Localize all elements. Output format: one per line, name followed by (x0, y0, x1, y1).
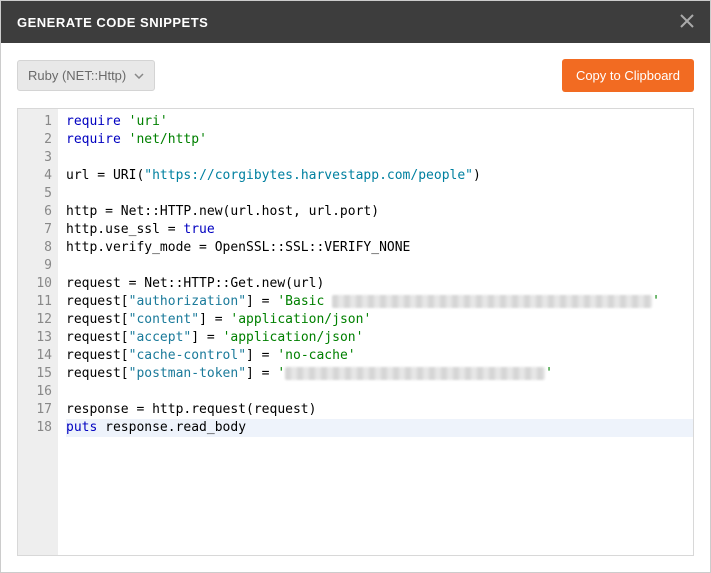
code-token: response.read_body (97, 420, 246, 435)
line-number: 13 (22, 329, 52, 347)
code-line: http.verify_mode = OpenSSL::SSL::VERIFY_… (66, 239, 693, 257)
code-token: puts (66, 420, 97, 435)
code-snippet-modal: GENERATE CODE SNIPPETS Ruby (NET::Http) … (0, 0, 711, 573)
code-line: puts response.read_body (66, 419, 693, 437)
code-token: 'no-cache' (277, 348, 355, 363)
line-number: 9 (22, 257, 52, 275)
line-number: 12 (22, 311, 52, 329)
code-token: true (183, 222, 214, 237)
copy-to-clipboard-button[interactable]: Copy to Clipboard (562, 59, 694, 92)
code-line: require 'net/http' (66, 131, 693, 149)
line-number: 16 (22, 383, 52, 401)
line-number: 17 (22, 401, 52, 419)
code-editor: 123456789101112131415161718 require 'uri… (17, 108, 694, 556)
line-number: 10 (22, 275, 52, 293)
code-area[interactable]: require 'uri'require 'net/http' url = UR… (58, 109, 693, 555)
modal-title: GENERATE CODE SNIPPETS (17, 15, 208, 30)
line-number: 14 (22, 347, 52, 365)
code-line: url = URI("https://corgibytes.harvestapp… (66, 167, 693, 185)
code-line: request["content"] = 'application/json' (66, 311, 693, 329)
language-dropdown[interactable]: Ruby (NET::Http) (17, 60, 155, 91)
code-token: http = Net::HTTP.new(url.host, url.port) (66, 204, 379, 219)
line-number: 2 (22, 131, 52, 149)
code-line: http.use_ssl = true (66, 221, 693, 239)
code-line: response = http.request(request) (66, 401, 693, 419)
code-token: 'net/http' (129, 132, 207, 147)
redacted-token (332, 295, 652, 308)
code-line (66, 257, 693, 275)
code-token: "cache-control" (129, 348, 246, 363)
code-line: http = Net::HTTP.new(url.host, url.port) (66, 203, 693, 221)
close-icon (680, 14, 694, 28)
code-token: require (66, 132, 129, 147)
line-number: 1 (22, 113, 52, 131)
code-token: request[ (66, 366, 129, 381)
code-token: "authorization" (129, 294, 246, 309)
toolbar: Ruby (NET::Http) Copy to Clipboard (1, 43, 710, 108)
code-token: 'Basic (277, 294, 332, 309)
code-token: ) (473, 168, 481, 183)
code-token: "postman-token" (129, 366, 246, 381)
chevron-down-icon (134, 73, 144, 79)
language-dropdown-label: Ruby (NET::Http) (28, 68, 126, 83)
code-token: request[ (66, 348, 129, 363)
code-token: "https://corgibytes.harvestapp.com/peopl… (144, 168, 473, 183)
code-token: ' (545, 366, 553, 381)
code-token: ' (652, 294, 660, 309)
code-token: 'uri' (129, 114, 168, 129)
code-token: request[ (66, 330, 129, 345)
code-token: http.verify_mode = OpenSSL::SSL::VERIFY_… (66, 240, 410, 255)
code-token: 'application/json' (223, 330, 364, 345)
code-token: ] = (191, 330, 222, 345)
code-line: request = Net::HTTP::Get.new(url) (66, 275, 693, 293)
code-token: ] = (199, 312, 230, 327)
code-token: ' (277, 366, 285, 381)
line-number: 5 (22, 185, 52, 203)
line-number: 7 (22, 221, 52, 239)
code-token: "content" (129, 312, 199, 327)
line-number: 8 (22, 239, 52, 257)
code-line (66, 149, 693, 167)
code-line: request["accept"] = 'application/json' (66, 329, 693, 347)
code-line: request["authorization"] = 'Basic ' (66, 293, 693, 311)
code-token: ] = (246, 366, 277, 381)
code-token: response = http.request(request) (66, 402, 316, 417)
line-number-gutter: 123456789101112131415161718 (18, 109, 58, 555)
line-number: 6 (22, 203, 52, 221)
line-number: 15 (22, 365, 52, 383)
code-token: ] = (246, 348, 277, 363)
code-line: request["postman-token"] = ' ' (66, 365, 693, 383)
code-token: require (66, 114, 129, 129)
code-line (66, 383, 693, 401)
close-button[interactable] (680, 13, 694, 31)
redacted-token (285, 367, 545, 380)
code-line (66, 185, 693, 203)
code-token: url = URI( (66, 168, 144, 183)
line-number: 3 (22, 149, 52, 167)
code-token: request[ (66, 312, 129, 327)
line-number: 18 (22, 419, 52, 437)
code-line: require 'uri' (66, 113, 693, 131)
code-token: http.use_ssl = (66, 222, 183, 237)
code-token: request[ (66, 294, 129, 309)
code-token: 'application/json' (230, 312, 371, 327)
code-token: ] = (246, 294, 277, 309)
line-number: 4 (22, 167, 52, 185)
code-token: "accept" (129, 330, 192, 345)
line-number: 11 (22, 293, 52, 311)
code-token: request = Net::HTTP::Get.new(url) (66, 276, 324, 291)
code-line: request["cache-control"] = 'no-cache' (66, 347, 693, 365)
modal-header: GENERATE CODE SNIPPETS (1, 1, 710, 43)
